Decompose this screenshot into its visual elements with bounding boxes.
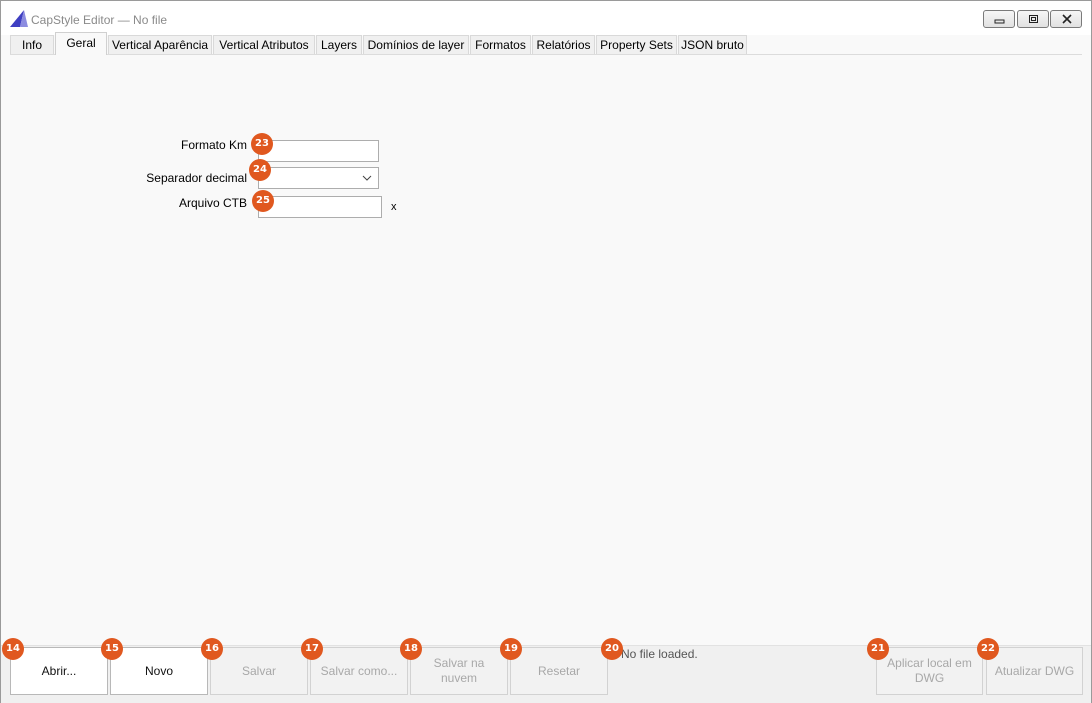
window-title: CapStyle Editor — No file (31, 13, 168, 27)
close-icon (1062, 14, 1072, 24)
tab-json-bruto[interactable]: JSON bruto (678, 35, 747, 55)
tab-relatorios[interactable]: Relatórios (532, 35, 595, 55)
badge-22: 22 (977, 638, 999, 660)
restore-button[interactable] (1017, 10, 1049, 28)
minimize-icon (994, 19, 1005, 24)
title-bar[interactable]: CapStyle Editor — No file (1, 1, 1091, 35)
badge-25: 25 (252, 190, 274, 212)
badge-24: 24 (249, 159, 271, 181)
save-button[interactable]: Salvar (210, 647, 308, 695)
badge-16: 16 (201, 638, 223, 660)
badge-15: 15 (101, 638, 123, 660)
close-button[interactable] (1050, 10, 1082, 28)
badge-23: 23 (251, 133, 273, 155)
reset-button[interactable]: Resetar (510, 647, 608, 695)
tab-layers[interactable]: Layers (316, 35, 362, 55)
tab-divider (10, 54, 1082, 55)
apply-local-dwg-button[interactable]: Aplicar local em DWG (876, 647, 983, 695)
badge-17: 17 (301, 638, 323, 660)
app-window: CapStyle Editor — No file Info Geral Ver… (0, 0, 1092, 703)
status-text: No file loaded. (621, 647, 698, 661)
tab-property-sets[interactable]: Property Sets (596, 35, 677, 55)
formato-km-label: Formato Km (180, 138, 247, 152)
chevron-down-icon (362, 175, 372, 181)
new-button[interactable]: Novo (110, 647, 208, 695)
separador-decimal-select[interactable] (258, 167, 379, 189)
badge-18: 18 (400, 638, 422, 660)
tab-info[interactable]: Info (10, 35, 54, 55)
app-logo-icon (10, 10, 28, 27)
tab-vertical-aparencia[interactable]: Vertical Aparência (108, 35, 212, 55)
restore-icon (1029, 15, 1038, 23)
minimize-button[interactable] (983, 10, 1015, 28)
arquivo-ctb-input[interactable] (258, 196, 382, 218)
formato-km-input[interactable] (258, 140, 379, 162)
badge-14: 14 (2, 638, 24, 660)
clear-ctb-button[interactable]: x (391, 201, 397, 213)
tab-dominios-de-layer[interactable]: Domínios de layer (363, 35, 469, 55)
badge-20: 20 (601, 638, 623, 660)
tab-formatos[interactable]: Formatos (470, 35, 531, 55)
arquivo-ctb-label: Arquivo CTB (178, 196, 247, 210)
save-as-button[interactable]: Salvar como... (310, 647, 408, 695)
separador-decimal-label: Separador decimal (146, 171, 247, 185)
badge-19: 19 (500, 638, 522, 660)
save-cloud-button[interactable]: Salvar na nuvem (410, 647, 508, 695)
tab-geral[interactable]: Geral (55, 32, 107, 55)
open-button[interactable]: Abrir... (10, 647, 108, 695)
badge-21: 21 (867, 638, 889, 660)
tab-vertical-atributos[interactable]: Vertical Atributos (213, 35, 315, 55)
update-dwg-button[interactable]: Atualizar DWG (986, 647, 1083, 695)
